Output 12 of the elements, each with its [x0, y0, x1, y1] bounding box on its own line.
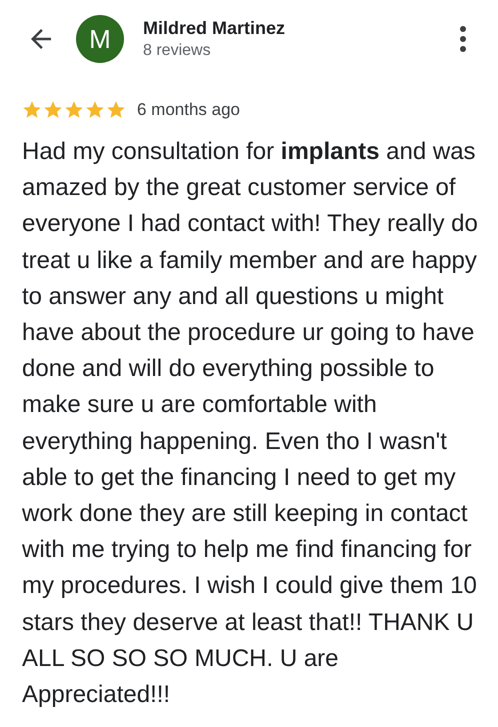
star-icon: [106, 100, 126, 120]
review-count: 8 reviews: [143, 42, 212, 60]
star-icon: [43, 100, 63, 120]
review-text: Had my consultation for implants and was amazed by the great customer service of everyone I had contact with! They really do treat u like a family member and are happy to answer any and all questions u might have about the procedure ur going to have done and will do everything possible to make sure u are comfortable with everything happening. Even tho I wasn't able to get the financing I need to get my work done they are still keeping in contact with me trying to help me find financing for my procedures. I wish I could give them 10 stars they deserve at least that!! THANK U ALL SO SO SO MUCH. U are Appreciated!!!: [22, 137, 479, 710]
star-icon: [64, 100, 84, 120]
star-icon: [85, 100, 105, 120]
more-button[interactable]: [458, 25, 468, 53]
more-icon: [458, 25, 468, 53]
avatar: M: [76, 15, 124, 63]
review-time: 6 months ago: [137, 100, 240, 120]
star-icon: [22, 100, 42, 120]
reviewer-name: Mildred Martinez: [143, 18, 286, 39]
